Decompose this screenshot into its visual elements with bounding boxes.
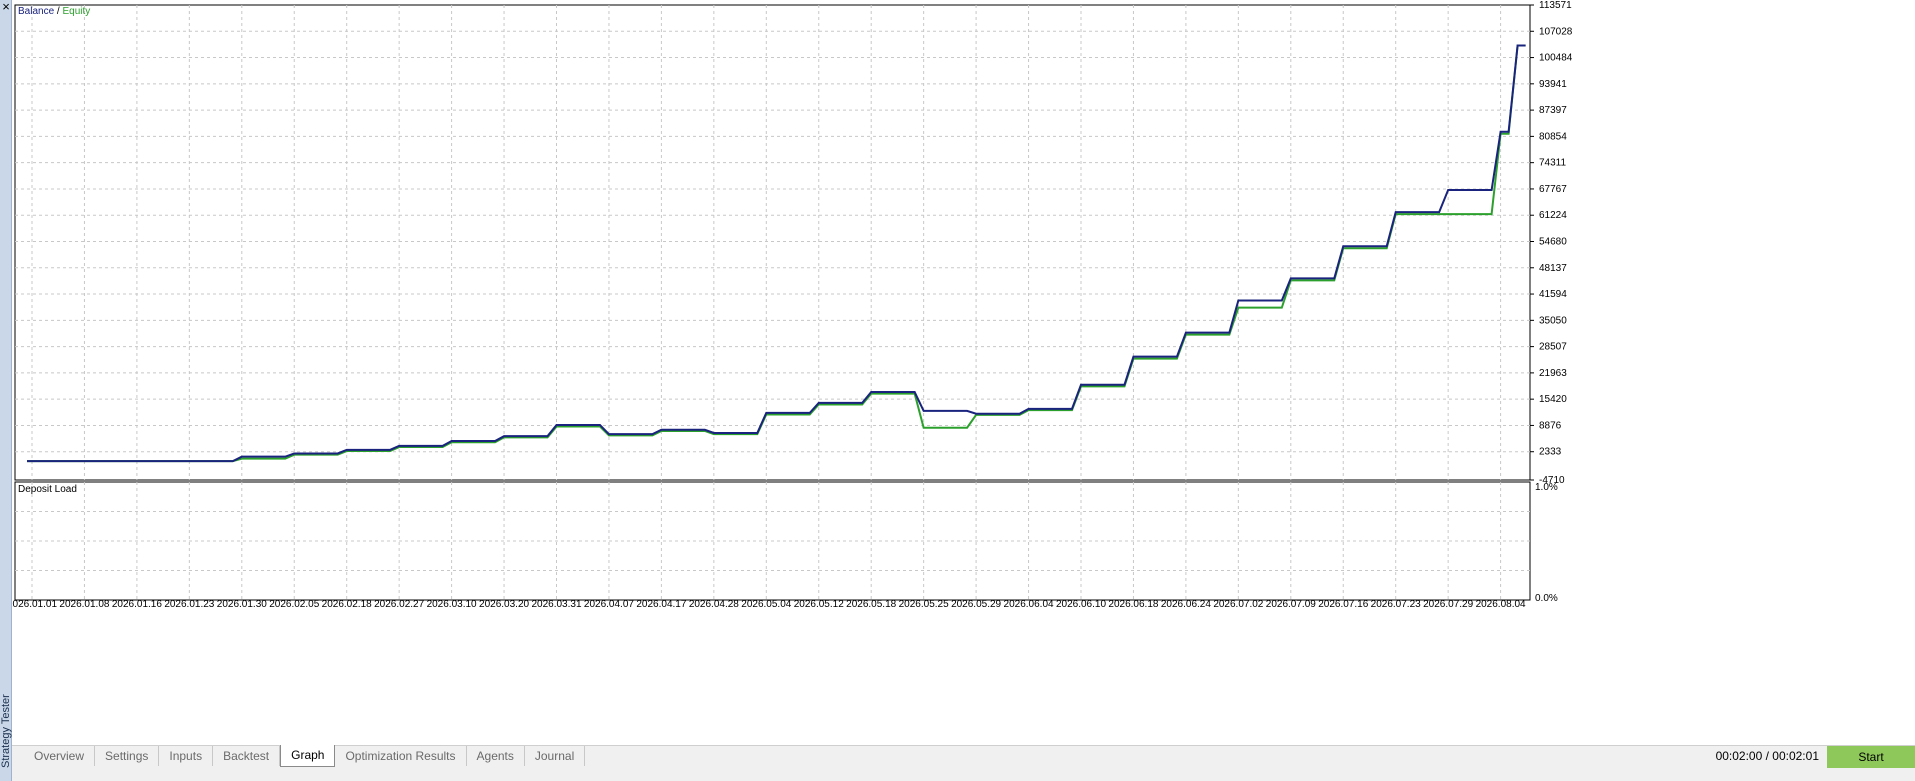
x-tick-label: 2026.01.23 bbox=[164, 599, 214, 610]
y-tick-label: 35050 bbox=[1539, 315, 1567, 326]
tab-overview[interactable]: Overview bbox=[24, 746, 96, 766]
x-tick-label: 2026.03.31 bbox=[531, 599, 581, 610]
x-tick-label: 2026.02.18 bbox=[322, 599, 372, 610]
x-tick-label: 2026.06.10 bbox=[1056, 599, 1106, 610]
y-tick-label: 113571 bbox=[1539, 0, 1572, 11]
x-axis: 2026.01.012026.01.082026.01.162026.01.23… bbox=[12, 599, 1526, 610]
legend-balance: Balance bbox=[18, 6, 55, 17]
y-tick-label: 87397 bbox=[1539, 105, 1567, 116]
y-tick-label: 8876 bbox=[1539, 420, 1562, 431]
x-tick-label: 2026.05.18 bbox=[846, 599, 896, 610]
y-tick-label: 107028 bbox=[1539, 26, 1573, 37]
tabs-container: Overview Settings Inputs Backtest Graph … bbox=[24, 745, 586, 768]
x-tick-label: 2026.04.07 bbox=[584, 599, 634, 610]
legend-equity: Equity bbox=[62, 6, 90, 17]
tab-agents[interactable]: Agents bbox=[467, 746, 525, 766]
x-tick-label: 2026.04.17 bbox=[636, 599, 686, 610]
x-tick-label: 2026.07.02 bbox=[1213, 599, 1263, 610]
x-tick-label: 2026.01.01 bbox=[12, 599, 57, 610]
y-tick-label: 54680 bbox=[1539, 236, 1567, 247]
chart-area: 113571 107028 100484 93941 87397 80854 74311 67… bbox=[12, 0, 1573, 610]
tab-journal[interactable]: Journal bbox=[525, 746, 586, 766]
elapsed-timer: 00:02:00 / 00:02:01 bbox=[1715, 749, 1819, 763]
y-tick-label: 67767 bbox=[1539, 184, 1567, 195]
x-tick-label: 2026.06.18 bbox=[1108, 599, 1158, 610]
tab-backtest[interactable]: Backtest bbox=[213, 746, 281, 766]
x-tick-label: 2026.03.20 bbox=[479, 599, 529, 610]
deposit-load-title: Deposit Load bbox=[18, 484, 77, 495]
start-button[interactable]: Start bbox=[1827, 746, 1915, 768]
x-tick-label: 2026.01.08 bbox=[59, 599, 109, 610]
deposit-load-panel: 1.0% 0.0% Deposit Load bbox=[14, 481, 1558, 604]
x-tick-label: 2026.05.04 bbox=[741, 599, 791, 610]
y-tick-label: 21963 bbox=[1539, 368, 1567, 379]
x-tick-label: 2026.06.24 bbox=[1161, 599, 1211, 610]
x-tick-label: 2026.01.30 bbox=[217, 599, 267, 610]
x-tick-label: 2026.07.09 bbox=[1266, 599, 1316, 610]
y-tick-label: 0.0% bbox=[1535, 593, 1558, 604]
x-tick-label: 2026.08.04 bbox=[1476, 599, 1526, 610]
y-tick-label: 74311 bbox=[1539, 158, 1567, 169]
x-tick-label: 2026.04.28 bbox=[689, 599, 739, 610]
y-tick-label: 100484 bbox=[1539, 53, 1573, 64]
y-tick-label: 93941 bbox=[1539, 79, 1567, 90]
y-tick-label: 80854 bbox=[1539, 131, 1567, 142]
close-icon[interactable]: × bbox=[0, 0, 12, 14]
x-tick-label: 2026.07.29 bbox=[1423, 599, 1473, 610]
x-tick-label: 2026.05.12 bbox=[794, 599, 844, 610]
y-tick-label: 41594 bbox=[1539, 289, 1567, 300]
tab-inputs[interactable]: Inputs bbox=[159, 746, 214, 766]
legend-separator: / bbox=[54, 6, 62, 17]
x-tick-label: 2026.02.27 bbox=[374, 599, 424, 610]
x-tick-label: 2026.07.23 bbox=[1371, 599, 1421, 610]
x-tick-label: 2026.05.25 bbox=[899, 599, 949, 610]
strategy-tester-sidebar: × Strategy Tester bbox=[0, 0, 12, 781]
balance-equity-panel: 113571 107028 100484 93941 87397 80854 74311 67… bbox=[14, 0, 1573, 486]
y-tick-label: 2333 bbox=[1539, 447, 1562, 458]
x-tick-label: 2026.05.29 bbox=[951, 599, 1001, 610]
x-tick-label: 2026.06.04 bbox=[1004, 599, 1054, 610]
chart-legend: Balance / Equity bbox=[18, 6, 90, 17]
y-tick-label: 1.0% bbox=[1535, 482, 1558, 493]
tab-settings[interactable]: Settings bbox=[95, 746, 160, 766]
y-tick-label: 48137 bbox=[1539, 263, 1567, 274]
x-tick-label: 2026.07.16 bbox=[1318, 599, 1368, 610]
y-tick-label: 61224 bbox=[1539, 210, 1567, 221]
tab-bar: Overview Settings Inputs Backtest Graph … bbox=[12, 745, 1915, 781]
strategy-tester-label: Strategy Tester bbox=[0, 694, 12, 768]
y-tick-label: 28507 bbox=[1539, 342, 1567, 353]
x-tick-label: 2026.02.05 bbox=[269, 599, 319, 610]
x-tick-label: 2026.03.10 bbox=[427, 599, 477, 610]
tab-graph[interactable]: Graph bbox=[280, 745, 336, 767]
tab-optimization-results[interactable]: Optimization Results bbox=[335, 746, 467, 766]
y-tick-label: 15420 bbox=[1539, 394, 1567, 405]
x-tick-label: 2026.01.16 bbox=[112, 599, 162, 610]
